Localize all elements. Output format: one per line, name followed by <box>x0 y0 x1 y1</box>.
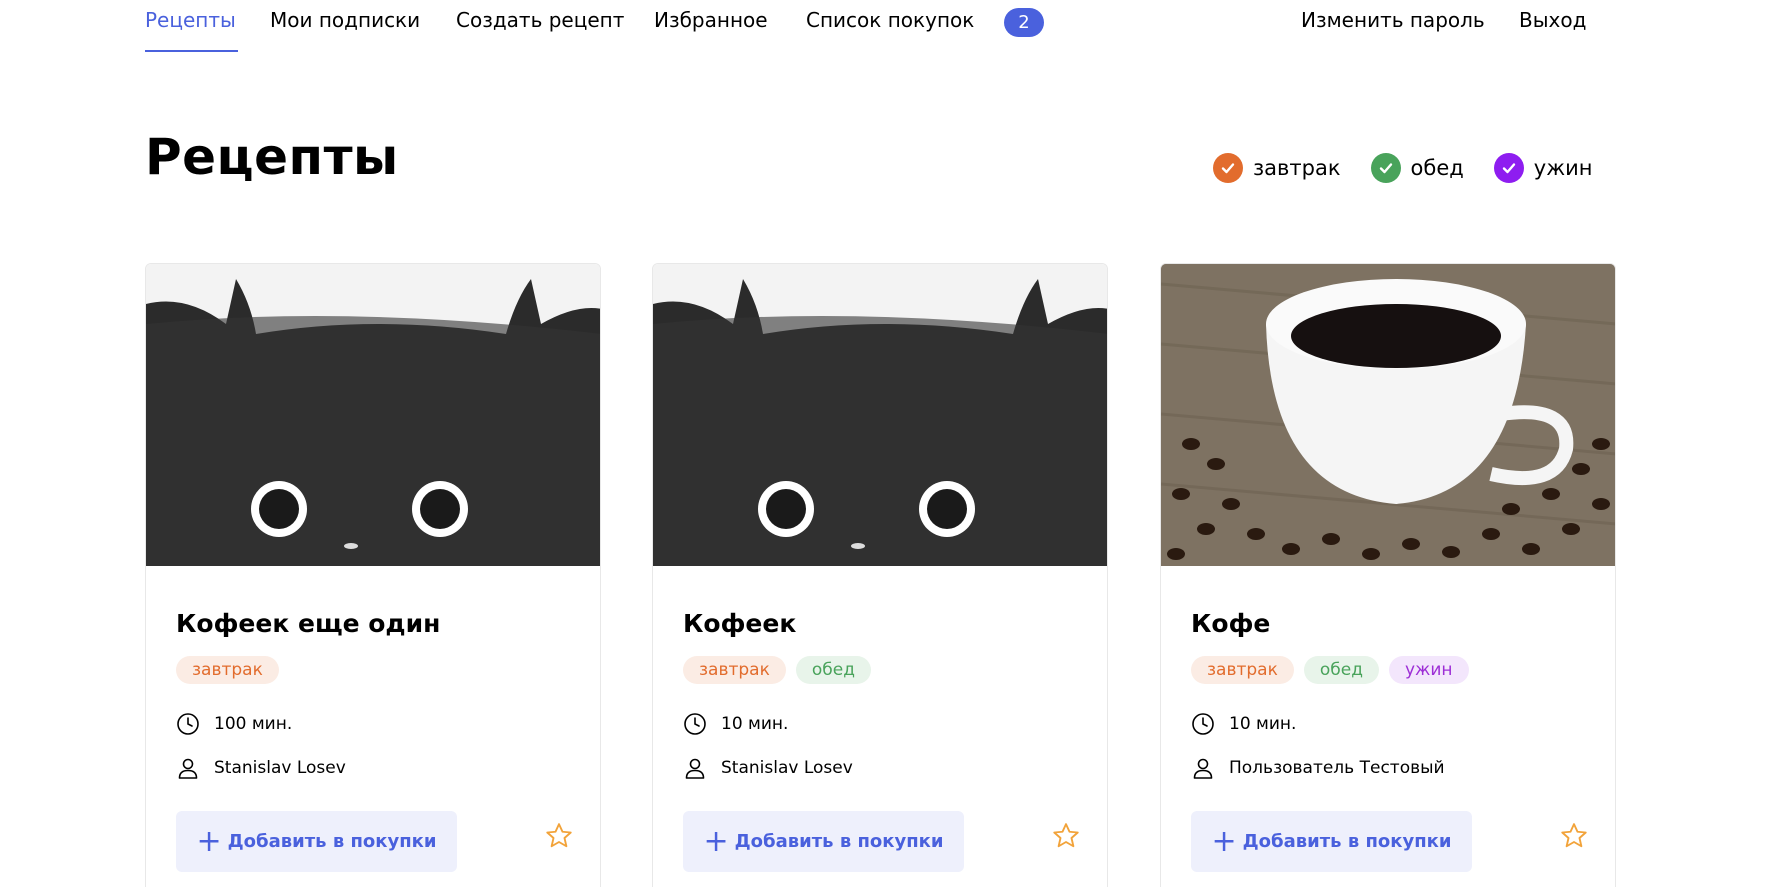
recipe-card: Кофеек завтрак обед 10 мин. Stanislav Lo… <box>652 263 1108 887</box>
tag-dinner: ужин <box>1388 656 1469 684</box>
filter-label: обед <box>1410 156 1464 180</box>
check-icon <box>1493 153 1524 183</box>
recipe-image[interactable] <box>146 264 600 566</box>
user-icon <box>685 758 705 779</box>
recipe-time: 10 мин. <box>1191 712 1296 736</box>
recipe-title[interactable]: Кофеек еще один <box>176 609 440 638</box>
plus-icon: + <box>196 823 222 859</box>
recipe-time-value: 10 мин. <box>1229 714 1297 734</box>
nav-change-password[interactable]: Изменить пароль <box>1301 8 1485 32</box>
user-icon <box>178 758 198 779</box>
add-to-cart-label: Добавить в покупки <box>734 831 944 852</box>
add-to-cart-button[interactable]: + Добавить в покупки <box>176 811 457 872</box>
plus-icon: + <box>703 823 729 859</box>
nav-subscriptions[interactable]: Мои подписки <box>270 8 420 32</box>
add-to-cart-label: Добавить в покупки <box>227 831 437 852</box>
add-to-cart-button[interactable]: + Добавить в покупки <box>1191 811 1472 872</box>
recipe-tags: завтрак обед <box>683 656 881 684</box>
nav-logout[interactable]: Выход <box>1519 8 1586 32</box>
recipe-time: 100 мин. <box>176 712 292 736</box>
recipe-card: Кофе завтрак обед ужин 10 мин. Пользоват… <box>1160 263 1616 887</box>
top-nav: Рецепты Мои подписки Создать рецепт Избр… <box>0 0 1766 60</box>
recipe-title[interactable]: Кофе <box>1191 609 1270 638</box>
star-icon[interactable] <box>1051 821 1081 851</box>
recipe-author: Stanislav Losev <box>176 756 346 780</box>
recipe-author: Пользователь Тестовый <box>1191 756 1445 780</box>
nav-favorites[interactable]: Избранное <box>654 8 768 32</box>
tag-lunch: обед <box>1303 656 1379 684</box>
meal-filters: завтрак обед ужин <box>1213 153 1623 183</box>
recipe-image[interactable] <box>653 264 1107 566</box>
recipe-author-name[interactable]: Stanislav Losev <box>214 758 346 778</box>
star-icon[interactable] <box>544 821 574 851</box>
recipe-image[interactable] <box>1161 264 1615 566</box>
tag-breakfast: завтрак <box>683 656 786 684</box>
nav-recipes[interactable]: Рецепты <box>145 8 236 32</box>
plus-icon: + <box>1211 823 1237 859</box>
nav-active-underline <box>145 50 238 52</box>
filter-breakfast[interactable]: завтрак <box>1213 153 1341 183</box>
recipe-tags: завтрак обед ужин <box>1191 656 1479 684</box>
shopping-list-count-badge: 2 <box>1004 8 1044 37</box>
recipe-time: 10 мин. <box>683 712 788 736</box>
clock-icon <box>1192 713 1214 735</box>
recipe-time-value: 100 мин. <box>214 714 293 734</box>
nav-shopping-list[interactable]: Список покупок <box>806 8 974 32</box>
filter-dinner[interactable]: ужин <box>1493 153 1593 183</box>
clock-icon <box>177 713 199 735</box>
recipe-author: Stanislav Losev <box>683 756 853 780</box>
star-icon[interactable] <box>1559 821 1589 851</box>
tag-breakfast: завтрак <box>176 656 279 684</box>
check-icon <box>1213 153 1243 183</box>
filter-label: ужин <box>1533 156 1593 180</box>
recipe-title[interactable]: Кофеек <box>683 609 796 638</box>
filter-label: завтрак <box>1253 156 1341 180</box>
add-to-cart-label: Добавить в покупки <box>1242 831 1452 852</box>
check-icon <box>1370 153 1401 183</box>
tag-breakfast: завтрак <box>1191 656 1294 684</box>
recipe-author-name[interactable]: Пользователь Тестовый <box>1229 758 1445 778</box>
add-to-cart-button[interactable]: + Добавить в покупки <box>683 811 964 872</box>
recipe-card: Кофеек еще один завтрак 100 мин. Stanisl… <box>145 263 601 887</box>
page-title: Рецепты <box>145 128 399 186</box>
clock-icon <box>684 713 706 735</box>
recipe-author-name[interactable]: Stanislav Losev <box>721 758 853 778</box>
nav-create-recipe[interactable]: Создать рецепт <box>456 8 624 32</box>
recipe-time-value: 10 мин. <box>721 714 789 734</box>
filter-lunch[interactable]: обед <box>1370 153 1464 183</box>
tag-lunch: обед <box>795 656 871 684</box>
user-icon <box>1193 758 1213 779</box>
recipe-tags: завтрак <box>176 656 289 684</box>
